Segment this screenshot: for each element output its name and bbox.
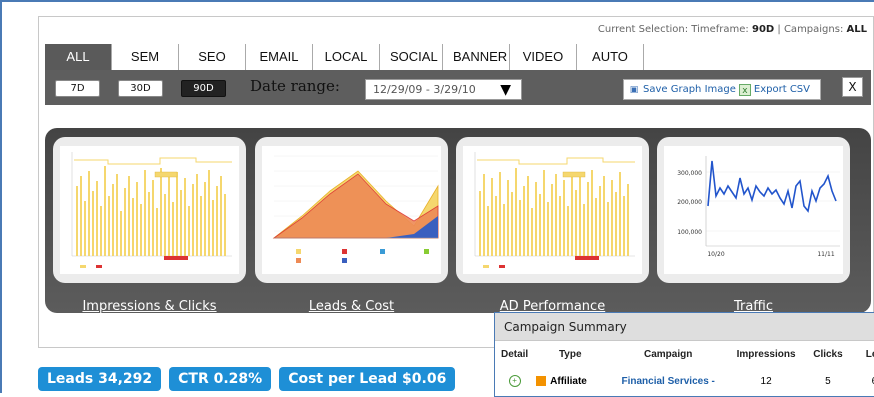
- campaigns-value: ALL: [846, 24, 867, 35]
- date-range-value: 12/29/09 - 3/29/10: [373, 83, 476, 96]
- kpi-badges: Leads 34,292 CTR 0.28% Cost per Lead $0.…: [38, 367, 456, 391]
- type-cell: Affiliate: [534, 367, 606, 395]
- detail-cell: +: [495, 367, 534, 395]
- campaign-summary-table: Detail Type Campaign Impressions Clicks …: [495, 341, 874, 395]
- col-leads[interactable]: Lea: [854, 341, 874, 367]
- selection-prefix: Current Selection:: [597, 24, 689, 35]
- campaign-summary-window: Campaign Summary Detail Type Campaign Im…: [494, 312, 874, 397]
- report-panel: Current Selection: Timeframe: 90D | Camp…: [38, 16, 874, 348]
- leads-cost-preview: [262, 146, 441, 274]
- range-90d-button[interactable]: 90D: [181, 80, 226, 97]
- graph-gallery: Impressions & Clicks Leads & Cost AD Per…: [45, 128, 871, 314]
- campaign-summary-title: Campaign Summary: [495, 313, 874, 341]
- ctr-badge: CTR 0.28%: [169, 367, 272, 391]
- date-range-select[interactable]: 12/29/09 - 3/29/10 ▼: [365, 79, 522, 100]
- tab-local[interactable]: LOCAL: [313, 44, 380, 70]
- traffic-line: [707, 160, 837, 213]
- image-icon: ▣: [629, 84, 639, 95]
- app-frame: Current Selection: Timeframe: 90D | Camp…: [0, 0, 874, 397]
- channel-tabs: ALL SEM SEO EMAIL LOCAL SOCIAL BANNER VI…: [45, 44, 644, 70]
- traffic-ytick-0: 300,000: [677, 170, 702, 177]
- tab-video[interactable]: VIDEO: [510, 44, 577, 70]
- tab-banner[interactable]: BANNER: [443, 44, 510, 70]
- cost-per-lead-badge: Cost per Lead $0.06: [279, 367, 456, 391]
- impressions-bars: [76, 166, 226, 256]
- leads-cost-thumbnail[interactable]: Leads & Cost: [255, 137, 448, 314]
- campaigns-label: Campaigns:: [783, 24, 844, 35]
- current-selection: Current Selection: Timeframe: 90D | Camp…: [598, 24, 867, 35]
- ad-performance-mini-chart: [474, 152, 635, 268]
- impressions-cell: 12: [760, 375, 772, 387]
- leads-cost-link[interactable]: Leads & Cost: [255, 299, 448, 314]
- traffic-xtick-1: 11/11: [817, 251, 834, 258]
- col-campaign[interactable]: Campaign: [606, 341, 730, 367]
- traffic-xtick-0: 10/20: [707, 251, 724, 258]
- timeframe-label: Timeframe:: [691, 24, 749, 35]
- table-header-row: Detail Type Campaign Impressions Clicks …: [495, 341, 874, 367]
- impressions-clicks-thumbnail[interactable]: Impressions & Clicks: [53, 137, 246, 314]
- export-actions: ▣ Save Graph Image x Export CSV: [623, 79, 821, 100]
- impressions-clicks-preview: [60, 146, 239, 274]
- tab-email[interactable]: EMAIL: [246, 44, 313, 70]
- leads-badge: Leads 34,292: [38, 367, 162, 391]
- leads-cost-mini-chart: [272, 155, 439, 263]
- ad-performance-preview: [463, 146, 642, 274]
- campaign-cell: Financial Services -: [606, 367, 730, 395]
- row-type: Affiliate: [550, 375, 587, 387]
- campaign-link[interactable]: Financial Services -: [621, 376, 714, 387]
- impressions-clicks-link[interactable]: Impressions & Clicks: [53, 299, 246, 314]
- range-toolbar: 7D 30D 90D Date range: 12/29/09 - 3/29/1…: [45, 70, 871, 105]
- table-row[interactable]: + Affiliate Financial Services - 12 5 6: [495, 367, 874, 395]
- save-graph-image-link[interactable]: Save Graph Image: [643, 80, 736, 99]
- col-clicks[interactable]: Clicks: [802, 341, 854, 367]
- traffic-thumbnail[interactable]: 300,000 200,000 100,000 10/20 11/11 Traf…: [657, 137, 850, 314]
- tab-seo[interactable]: SEO: [179, 44, 246, 70]
- traffic-mini-chart: 300,000 200,000 100,000 10/20 11/11: [677, 156, 840, 258]
- csv-icon: x: [738, 83, 751, 96]
- timeframe-value: 90D: [751, 24, 775, 35]
- dropdown-arrow-icon: ▼: [500, 82, 511, 98]
- traffic-ytick-2: 100,000: [677, 229, 702, 236]
- tab-sem[interactable]: SEM: [112, 44, 179, 70]
- traffic-ytick-1: 200,000: [677, 199, 702, 206]
- affiliate-color-icon: [536, 376, 547, 386]
- traffic-preview: 300,000 200,000 100,000 10/20 11/11: [664, 146, 843, 274]
- tab-all[interactable]: ALL: [45, 44, 112, 70]
- range-7d-button[interactable]: 7D: [55, 80, 100, 97]
- export-csv-link[interactable]: Export CSV: [754, 80, 810, 99]
- leads-cost-legend: [296, 249, 429, 263]
- col-impressions[interactable]: Impressions: [730, 341, 802, 367]
- range-30d-button[interactable]: 30D: [118, 80, 163, 97]
- ad-performance-thumbnail[interactable]: AD Performance: [456, 137, 649, 314]
- selection-separator: |: [777, 24, 781, 35]
- close-button[interactable]: X: [842, 77, 863, 97]
- leads-cell: 6: [854, 367, 874, 395]
- clicks-cell: 5: [825, 375, 831, 387]
- impressions-clicks-mini-chart: [71, 152, 232, 268]
- date-range-label: Date range:: [250, 77, 340, 95]
- ad-performance-bars: [479, 168, 629, 256]
- tab-social[interactable]: SOCIAL: [380, 44, 443, 70]
- col-type[interactable]: Type: [534, 341, 606, 367]
- col-detail[interactable]: Detail: [495, 341, 534, 367]
- tab-auto[interactable]: AUTO: [577, 44, 644, 70]
- expand-detail-icon[interactable]: +: [508, 375, 521, 387]
